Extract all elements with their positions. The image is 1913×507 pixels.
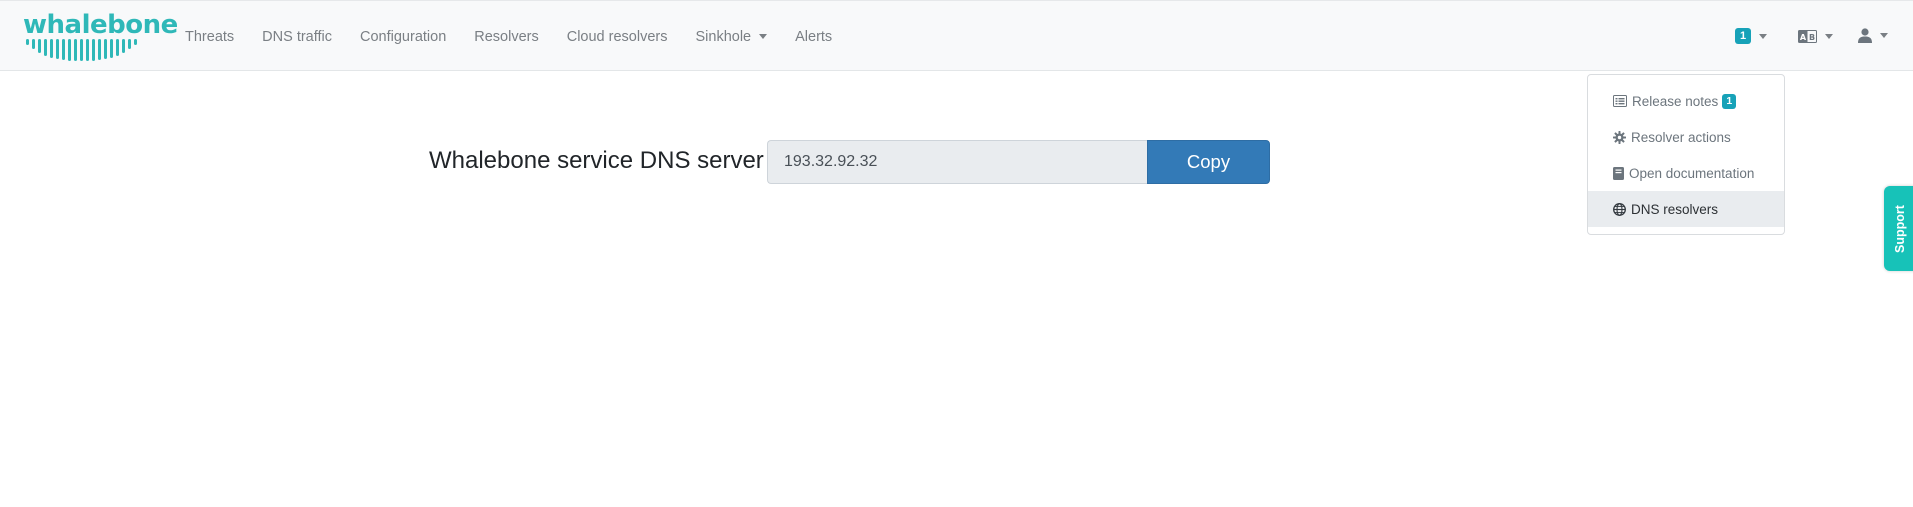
nav-alerts[interactable]: Alerts — [781, 29, 846, 45]
dropdown-item-label: DNS resolvers — [1631, 201, 1719, 217]
chevron-down-icon — [1759, 33, 1768, 39]
nav-threats[interactable]: Threats — [171, 29, 248, 45]
logo-bars-icon — [26, 39, 137, 61]
support-tab[interactable]: Support — [1884, 186, 1913, 271]
dropdown-item-label: Resolver actions — [1631, 129, 1731, 145]
list-icon — [1613, 95, 1627, 107]
book-icon — [1613, 166, 1624, 180]
user-icon — [1858, 28, 1872, 43]
notification-badge: 1 — [1735, 28, 1752, 44]
user-dropdown-menu: Release notes 1 Resolver actions Open do… — [1587, 74, 1785, 235]
nav-sinkhole-label: Sinkhole — [695, 28, 752, 45]
svg-text:B: B — [1809, 33, 1815, 42]
dropdown-item-label: Release notes — [1632, 93, 1719, 109]
support-label: Support — [1893, 204, 1907, 253]
chevron-down-icon — [1825, 34, 1833, 39]
dropdown-item-release-notes[interactable]: Release notes 1 — [1588, 83, 1784, 119]
gear-icon — [1613, 130, 1626, 144]
dropdown-item-resolver-actions[interactable]: Resolver actions — [1588, 119, 1784, 155]
release-notes-badge: 1 — [1722, 93, 1737, 109]
svg-text:A: A — [1800, 33, 1807, 42]
logo-text: whalebone — [23, 10, 178, 40]
top-navbar: whalebone Threats DNS traffic Configurat… — [0, 0, 1913, 71]
dropdown-item-label: Open documentation — [1629, 165, 1755, 181]
copy-button[interactable]: Copy — [1147, 140, 1270, 184]
nav-configuration[interactable]: Configuration — [346, 29, 460, 45]
dropdown-item-open-documentation[interactable]: Open documentation — [1588, 155, 1784, 191]
nav-dns-traffic[interactable]: DNS traffic — [248, 29, 346, 45]
user-menu-toggle[interactable] — [1858, 28, 1888, 43]
nav-resolvers[interactable]: Resolvers — [460, 29, 552, 45]
whalebone-logo[interactable]: whalebone — [23, 12, 178, 61]
language-toggle[interactable]: A B — [1798, 30, 1833, 43]
dropdown-item-dns-resolvers[interactable]: DNS resolvers — [1588, 191, 1784, 227]
dns-server-input[interactable] — [767, 140, 1147, 184]
main-nav: Threats DNS traffic Configuration Resolv… — [171, 1, 846, 72]
language-icon: A B — [1798, 30, 1817, 43]
nav-cloud-resolvers[interactable]: Cloud resolvers — [553, 29, 682, 45]
page-title: Whalebone service DNS server — [429, 147, 764, 174]
globe-icon — [1613, 202, 1626, 216]
chevron-down-icon — [759, 34, 768, 39]
nav-sinkhole[interactable]: Sinkhole — [681, 29, 781, 45]
notifications-toggle[interactable]: 1 — [1735, 28, 1768, 44]
chevron-down-icon — [1880, 33, 1888, 38]
